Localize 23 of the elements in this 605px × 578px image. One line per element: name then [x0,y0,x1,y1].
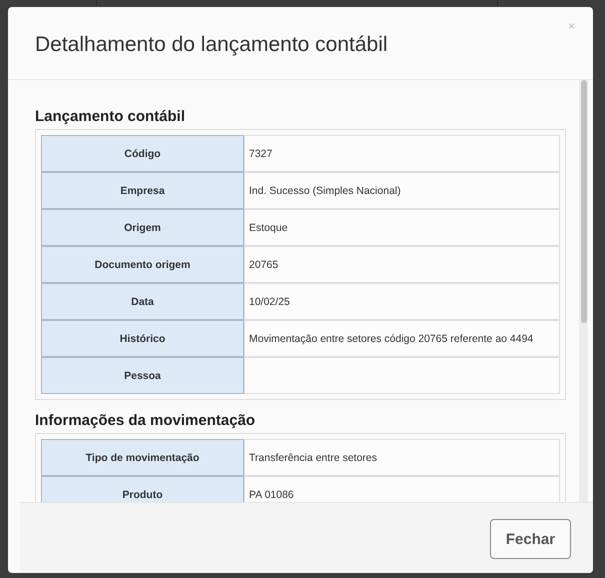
label-cell: Código [41,135,244,172]
value-cell: 10/02/25 [244,283,560,320]
close-button[interactable]: Fechar [490,519,571,559]
scrollbar-thumb[interactable] [580,80,586,323]
value-cell: 7327 [244,135,560,172]
label-cell: Pessoa [41,357,244,394]
label-cell: Produto [41,476,244,502]
label-cell: Data [41,283,244,320]
value-cell: Transferência entre setores [244,439,560,476]
label-cell: Histórico [41,320,244,357]
label-cell: Empresa [41,172,244,209]
modal-title: Detalhamento do lançamento contábil [35,33,388,57]
value-cell: Estoque [244,209,560,246]
scrollbar[interactable] [579,80,588,502]
label-cell: Tipo de movimentação [41,439,244,476]
section-title: Informações da movimentação [35,412,256,429]
value-cell: 20765 [244,246,560,283]
label-cell: Documento origem [41,246,244,283]
value-cell: Ind. Sucesso (Simples Nacional) [244,172,560,209]
section-title: Lançamento contábil [35,108,186,125]
value-cell: Movimentação entre setores código 20765 referente ao 4494 [244,320,560,357]
value-cell: PA 01086 [244,476,560,502]
label-cell: Origem [41,209,244,246]
